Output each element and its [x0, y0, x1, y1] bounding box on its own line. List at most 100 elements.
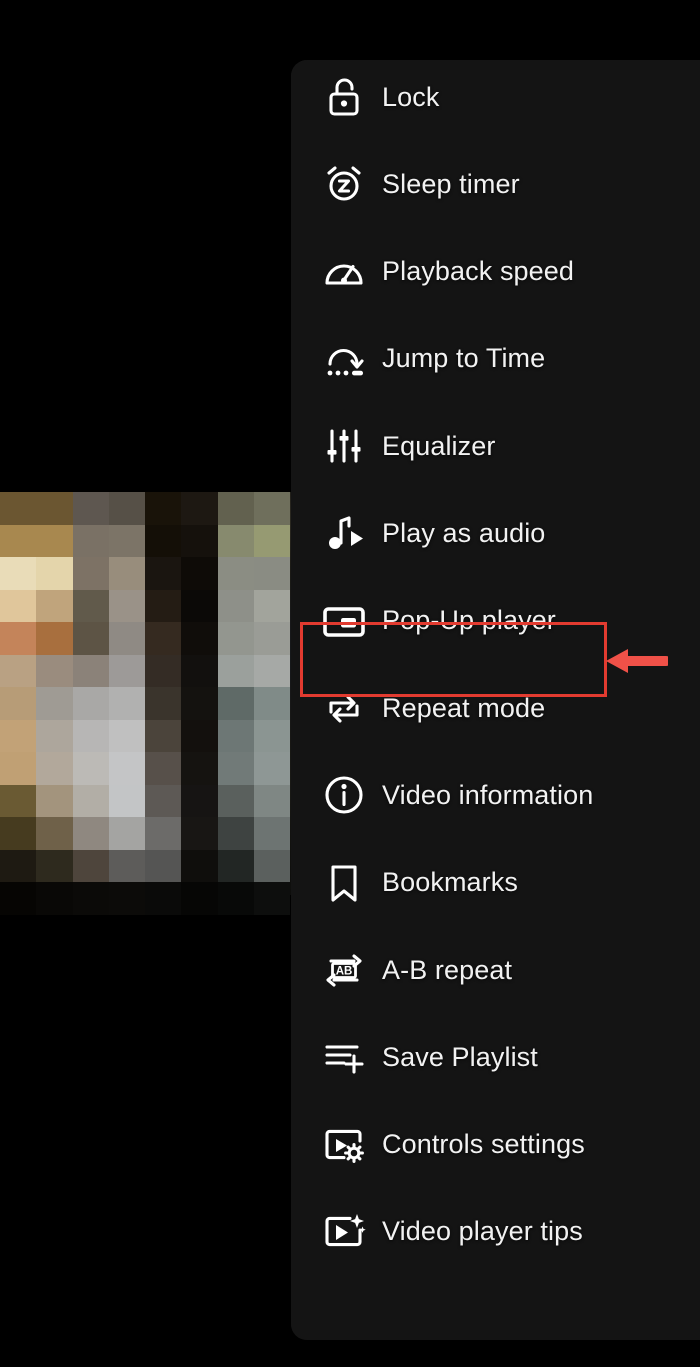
alarm-z-icon: [310, 161, 378, 207]
thumbnail-pixel: [72, 557, 109, 590]
info-circle-icon: [310, 772, 378, 818]
thumbnail-pixel: [0, 687, 37, 720]
thumbnail-pixel: [145, 882, 182, 915]
thumbnail-pixel: [72, 687, 109, 720]
repeat-icon: [310, 685, 378, 731]
thumbnail-pixel: [72, 589, 109, 623]
menu-item-label: Pop-Up player: [382, 605, 556, 636]
thumbnail-pixel: [253, 687, 290, 720]
thumbnail-pixel: [72, 622, 109, 655]
thumbnail-pixel: [145, 817, 182, 850]
thumbnail-pixel: [145, 524, 182, 558]
menu-item-controls-settings[interactable]: Controls settings: [291, 1108, 700, 1182]
menu-item-label: Video player tips: [382, 1216, 583, 1247]
thumbnail-pixel: [253, 817, 290, 850]
thumbnail-pixel: [145, 589, 182, 623]
thumbnail-pixel: [217, 882, 254, 915]
thumbnail-pixel: [181, 524, 218, 558]
menu-item-equalizer[interactable]: Equalizer: [291, 409, 700, 483]
thumbnail-pixel: [108, 492, 145, 525]
svg-text:AB: AB: [336, 965, 353, 977]
menu-item-label: Save Playlist: [382, 1041, 538, 1072]
menu-item-label: Play as audio: [382, 518, 546, 548]
thumbnail-pixel: [145, 752, 182, 785]
thumbnail-pixel: [0, 849, 37, 883]
thumbnail-pixel: [181, 492, 218, 525]
thumbnail-pixel: [217, 849, 254, 883]
menu-item-sleep-timer[interactable]: Sleep timer: [291, 147, 700, 221]
thumbnail-pixel: [72, 654, 109, 688]
thumbnail-pixel: [0, 589, 37, 623]
menu-item-label: Controls settings: [382, 1129, 585, 1160]
menu-item-ab-repeat[interactable]: AB A-B repeat: [291, 933, 700, 1007]
thumbnail-pixel: [108, 752, 145, 785]
menu-item-label: Lock: [382, 81, 440, 112]
thumbnail-pixel: [0, 524, 37, 558]
menu-item-playback-speed[interactable]: Playback speed: [291, 235, 700, 309]
thumbnail-pixel: [217, 589, 254, 623]
thumbnail-pixel: [181, 882, 218, 915]
menu-item-repeat-mode[interactable]: Repeat mode: [291, 671, 700, 745]
thumbnail-pixel: [108, 849, 145, 883]
thumbnail-pixel: [36, 524, 73, 558]
thumbnail-pixel: [108, 524, 145, 558]
thumbnail-pixel: [217, 719, 254, 753]
thumbnail-pixel: [253, 557, 290, 590]
menu-item-label: A-B repeat: [382, 954, 513, 985]
thumbnail-pixel: [217, 752, 254, 785]
thumbnail-pixel: [36, 719, 73, 753]
thumbnail-pixel: [181, 752, 218, 785]
thumbnail-pixel: [108, 719, 145, 753]
thumbnail-pixel: [145, 654, 182, 688]
thumbnail-pixel: [108, 589, 145, 623]
thumbnail-pixel: [36, 752, 73, 785]
thumbnail-pixel: [36, 589, 73, 623]
thumbnail-pixel: [253, 524, 290, 558]
thumbnail-pixel: [145, 849, 182, 883]
thumbnail-pixel: [108, 557, 145, 590]
thumbnail-pixel: [36, 849, 73, 883]
thumbnail-pixel: [0, 882, 37, 915]
menu-item-pop-up-player[interactable]: Pop-Up player: [291, 584, 700, 658]
thumbnail-pixel: [36, 622, 73, 655]
thumbnail-pixel: [217, 687, 254, 720]
thumbnail-pixel: [217, 622, 254, 655]
menu-item-play-as-audio[interactable]: Play as audio: [291, 497, 700, 571]
thumbnail-pixel: [253, 784, 290, 818]
thumbnail-pixel: [0, 622, 37, 655]
menu-item-video-player-tips[interactable]: Video player tips: [291, 1195, 700, 1269]
thumbnail-pixel: [72, 719, 109, 753]
screen-gear-icon: [310, 1122, 378, 1168]
menu-item-video-information[interactable]: Video information: [291, 758, 700, 832]
menu-item-jump-to-time[interactable]: Jump to Time: [291, 322, 700, 396]
thumbnail-pixel: [0, 817, 37, 850]
thumbnail-pixel: [108, 817, 145, 850]
menu-item-bookmarks[interactable]: Bookmarks: [291, 846, 700, 920]
thumbnail-pixel: [36, 817, 73, 850]
menu-item-label: Sleep timer: [382, 168, 520, 199]
thumbnail-pixel: [181, 687, 218, 720]
menu-item-label: Repeat mode: [382, 692, 546, 723]
thumbnail-pixel: [108, 784, 145, 818]
thumbnail-pixel: [145, 687, 182, 720]
thumbnail-pixel: [36, 882, 73, 915]
menu-item-label: Equalizer: [382, 430, 496, 461]
thumbnail-pixel: [181, 557, 218, 590]
thumbnail-pixel: [217, 817, 254, 850]
thumbnail-pixel: [108, 622, 145, 655]
thumbnail-pixel: [108, 654, 145, 688]
thumbnail-pixel: [253, 492, 290, 525]
thumbnail-pixel: [72, 752, 109, 785]
menu-item-label: Bookmarks: [382, 867, 518, 898]
thumbnail-pixel: [181, 654, 218, 688]
thumbnail-pixel: [217, 492, 254, 525]
menu-item-save-playlist[interactable]: Save Playlist: [291, 1020, 700, 1094]
thumbnail-pixel: [36, 654, 73, 688]
menu-item-label: Jump to Time: [382, 343, 546, 374]
bookmark-icon: [310, 860, 378, 906]
menu-item-lock[interactable]: Lock: [291, 60, 700, 134]
thumbnail-pixel: [217, 784, 254, 818]
equalizer-sliders-icon: [310, 423, 378, 469]
thumbnail-pixel: [0, 784, 37, 818]
thumbnail-pixel: [181, 719, 218, 753]
